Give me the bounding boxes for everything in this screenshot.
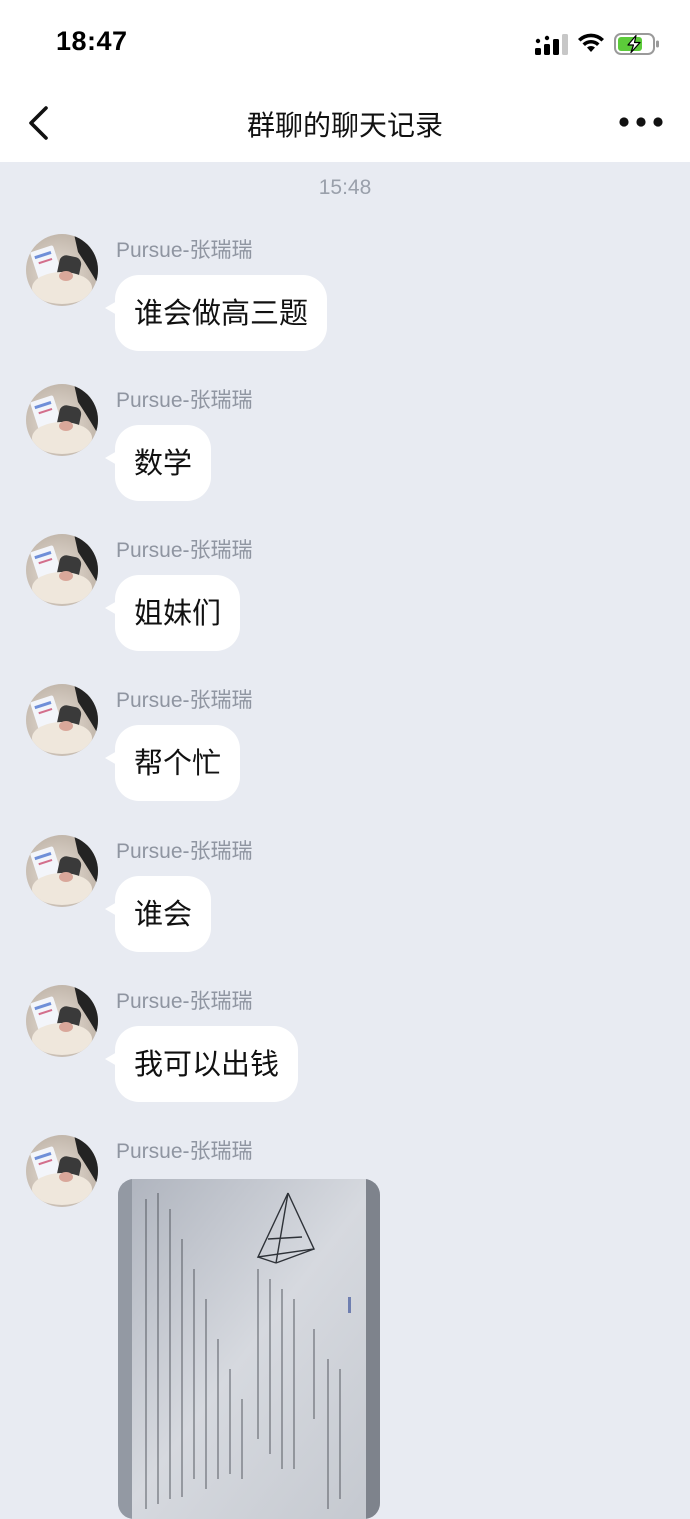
message-bubble[interactable]: 数学 <box>105 425 212 501</box>
cellular-signal-icon <box>535 34 568 55</box>
avatar[interactable] <box>26 1135 98 1207</box>
bubble-tail <box>105 751 117 765</box>
image-message[interactable] <box>118 1179 380 1519</box>
message-bubble[interactable]: 帮个忙 <box>105 725 241 801</box>
bubble-tail <box>105 1052 117 1066</box>
bubble-tail <box>105 902 117 916</box>
avatar[interactable] <box>26 835 98 907</box>
page-title: 群聊的聊天记录 <box>246 109 443 142</box>
avatar[interactable] <box>26 684 98 756</box>
more-dots-icon <box>619 117 663 127</box>
bubble-tail <box>105 301 117 315</box>
message-text: 谁会 <box>134 897 193 931</box>
sender-name: Pursue-张瑞瑞 <box>116 1140 253 1163</box>
sender-name: Pursue-张瑞瑞 <box>116 239 253 262</box>
wifi-icon <box>578 33 604 52</box>
sender-name: Pursue-张瑞瑞 <box>116 689 253 712</box>
message-bubble[interactable]: 我可以出钱 <box>105 1026 299 1102</box>
avatar[interactable] <box>26 384 98 456</box>
message-text: 帮个忙 <box>134 746 222 780</box>
message-bubble[interactable]: 谁会 <box>105 876 212 952</box>
sender-name: Pursue-张瑞瑞 <box>116 389 253 412</box>
message-bubble[interactable]: 谁会做高三题 <box>105 275 328 351</box>
message-text: 谁会做高三题 <box>134 296 309 330</box>
sender-name: Pursue-张瑞瑞 <box>116 539 253 562</box>
battery-charging-icon <box>614 33 659 55</box>
message-text: 姐妹们 <box>134 596 222 630</box>
sender-name: Pursue-张瑞瑞 <box>116 990 253 1013</box>
message-bubble[interactable]: 姐妹们 <box>105 575 241 651</box>
message-text: 数学 <box>134 446 193 480</box>
bubble-tail <box>105 601 117 615</box>
bubble-tail <box>105 451 117 465</box>
message-text: 我可以出钱 <box>134 1047 280 1081</box>
avatar[interactable] <box>26 985 98 1057</box>
avatar[interactable] <box>26 234 98 306</box>
sender-name: Pursue-张瑞瑞 <box>116 840 253 863</box>
top-bar: 18:47 群聊的聊天记录 <box>0 0 690 162</box>
avatar[interactable] <box>26 534 98 606</box>
status-time: 18:47 <box>56 26 128 56</box>
more-button[interactable] <box>618 112 664 132</box>
chat-timestamp: 15:48 <box>318 176 372 199</box>
